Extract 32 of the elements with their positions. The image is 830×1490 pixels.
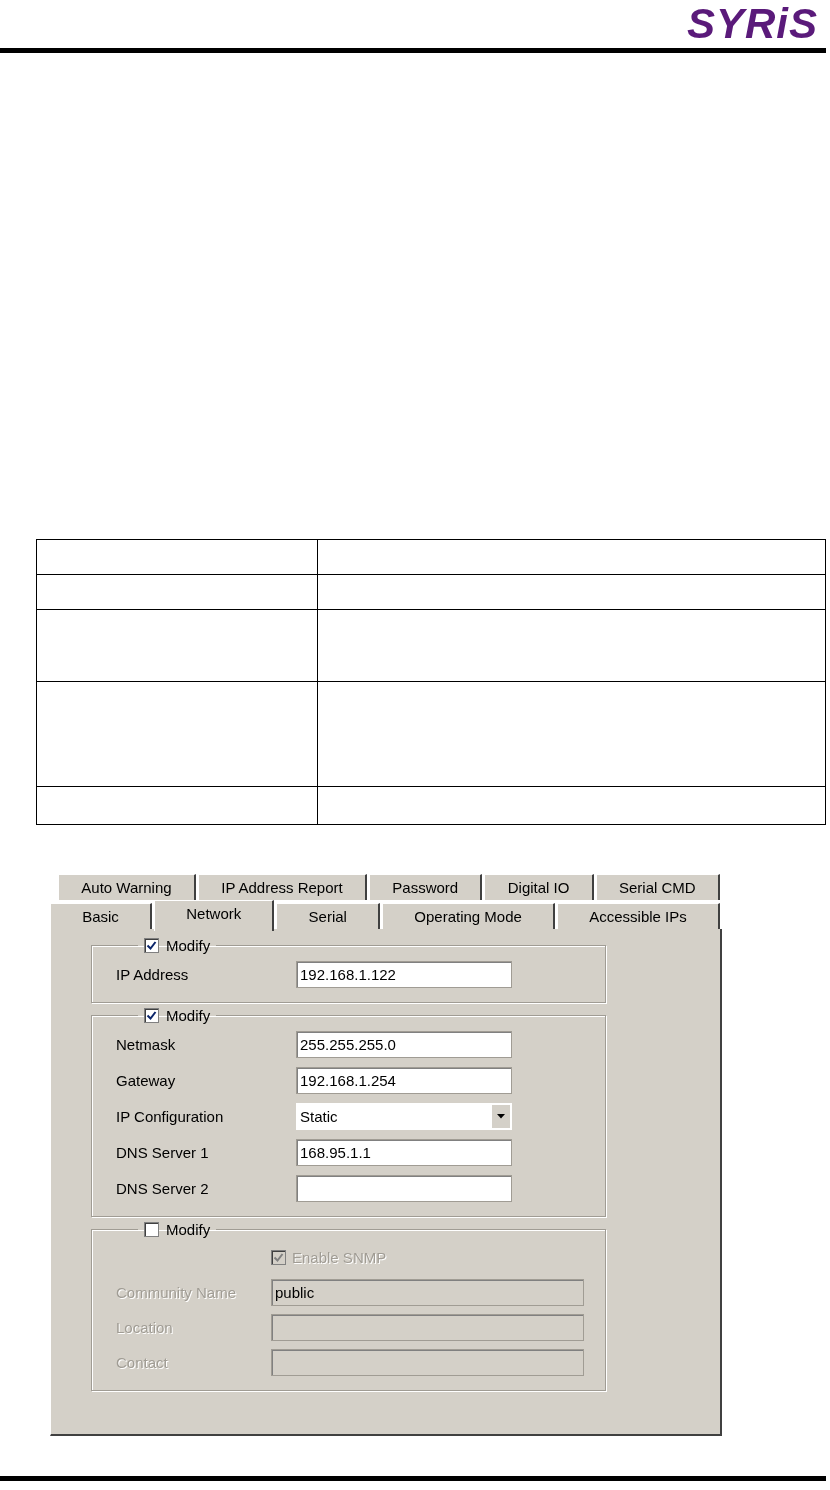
- input-field[interactable]: 168.95.1.1: [296, 1138, 512, 1166]
- checkmark-icon: [273, 1252, 284, 1263]
- field-label: Netmask: [116, 1035, 177, 1053]
- checkmark-icon: [146, 1010, 157, 1021]
- input-field[interactable]: 192.168.1.122: [296, 960, 512, 988]
- tab[interactable]: Serial: [276, 903, 381, 929]
- field-label: IP Address: [116, 965, 190, 983]
- tab[interactable]: Basic: [50, 903, 153, 929]
- tab[interactable]: Auto Warning: [58, 874, 196, 900]
- checkbox-label: Modify: [166, 1221, 211, 1238]
- field-label: DNS Server 1: [116, 1143, 210, 1161]
- tab[interactable]: Password: [369, 874, 483, 900]
- tab[interactable]: IP Address Report: [197, 874, 367, 900]
- caret-icon: [497, 1113, 505, 1119]
- field-label: Gateway: [116, 1071, 177, 1089]
- checkbox-label: Modify: [166, 1007, 211, 1024]
- checkmark-icon: [146, 940, 157, 951]
- checkbox-label: Modify: [166, 937, 211, 954]
- logo: SYRiS: [686, 3, 818, 45]
- input-field[interactable]: 255.255.255.0: [296, 1030, 512, 1058]
- field-label: IP Configuration: [116, 1107, 225, 1125]
- tab[interactable]: Digital IO: [484, 874, 594, 900]
- tab[interactable]: Operating Mode: [382, 903, 556, 929]
- input-field[interactable]: [296, 1174, 512, 1202]
- field-label: DNS Server 2: [116, 1179, 210, 1197]
- checkbox[interactable]: [144, 1008, 159, 1023]
- dropdown[interactable]: Static: [296, 1102, 512, 1130]
- tab[interactable]: Accessible IPs: [557, 903, 720, 929]
- input-field[interactable]: 192.168.1.254: [296, 1066, 512, 1094]
- tab[interactable]: Serial CMD: [595, 874, 720, 900]
- checkbox[interactable]: [144, 938, 159, 953]
- tab[interactable]: Network: [154, 900, 275, 931]
